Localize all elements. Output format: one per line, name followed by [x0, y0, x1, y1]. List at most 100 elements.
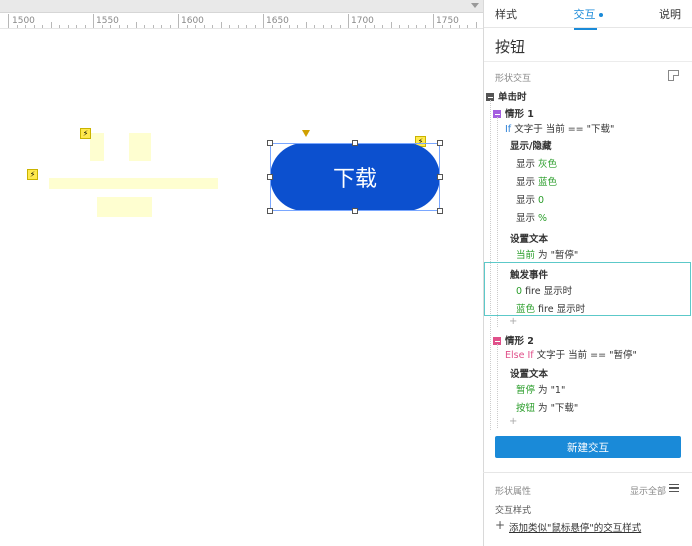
set-text-value: 为 "下载": [538, 403, 579, 414]
show-all-link[interactable]: 显示全部: [630, 484, 666, 497]
resize-handle[interactable]: [437, 208, 443, 214]
ruler-tick: [297, 25, 298, 28]
ruler-tick: [365, 25, 366, 28]
resize-handle[interactable]: [267, 140, 273, 146]
ruler-tick: [271, 25, 273, 28]
resize-handle[interactable]: [437, 174, 443, 180]
ruler-dropdown-icon[interactable]: [471, 3, 479, 8]
show-verb: 显示: [516, 177, 536, 188]
yellow-shape[interactable]: [90, 133, 104, 161]
menu-icon[interactable]: [669, 484, 679, 492]
case-1-condition[interactable]: If 文字于 当前 == "下载": [505, 121, 614, 135]
fire-item[interactable]: 蓝色 fire 显示时: [516, 301, 585, 315]
yellow-shape[interactable]: [49, 178, 218, 189]
set-text-value: 为 "1": [538, 385, 566, 396]
add-style-plus-icon[interactable]: +: [495, 518, 505, 532]
set-text-item[interactable]: 暂停 为 "1": [516, 382, 565, 396]
ruler-tick: [339, 25, 341, 28]
ruler-tick: [229, 25, 230, 28]
resize-handle[interactable]: [352, 140, 358, 146]
fire-item[interactable]: 0 fire 显示时: [516, 283, 572, 297]
action-set-text[interactable]: 设置文本: [510, 231, 548, 245]
add-interaction-style-link[interactable]: 添加类似"鼠标悬停"的交互样式: [509, 520, 641, 534]
show-item[interactable]: 显示 0: [516, 192, 544, 206]
ruler-tick: [467, 25, 468, 28]
show-item[interactable]: 显示 %: [516, 210, 547, 224]
add-action-plus-icon[interactable]: +: [509, 316, 517, 327]
inspector-tabs: 样式 交互 说明: [484, 0, 692, 30]
ruler-label: 1700: [351, 16, 374, 26]
action-show-hide[interactable]: 显示/隐藏: [510, 138, 551, 152]
fire-target: 0: [516, 286, 523, 297]
ruler-tick: [203, 25, 205, 28]
yellow-shape[interactable]: [97, 197, 152, 217]
ruler-tick: [25, 25, 26, 28]
action-fire-event[interactable]: 触发事件: [510, 267, 548, 281]
show-verb: 显示: [516, 195, 536, 206]
tab-style[interactable]: 样式: [495, 6, 517, 22]
resize-handle[interactable]: [267, 174, 273, 180]
ruler-tick: [450, 25, 451, 28]
resize-handle[interactable]: [352, 208, 358, 214]
ruler-tick: [305, 22, 307, 28]
new-interaction-button[interactable]: 新建交互: [495, 436, 681, 458]
active-dot-icon: [598, 12, 603, 17]
tab-interaction[interactable]: 交互: [573, 6, 603, 30]
fire-text: fire 显示时: [525, 286, 573, 297]
ruler-tick: [118, 25, 120, 28]
case-2-condition[interactable]: Else If 文字于 当前 == "暂停": [505, 347, 637, 361]
expand-icon[interactable]: [668, 70, 679, 81]
lightning-icon[interactable]: ⚡: [27, 169, 38, 180]
ruler-label: 1600: [181, 16, 204, 26]
download-button-shape[interactable]: 下载: [270, 143, 440, 211]
yellow-shape[interactable]: [129, 133, 151, 161]
show-target: %: [538, 213, 548, 224]
ruler-tick: [169, 25, 171, 28]
widget-name-field[interactable]: 按钮: [484, 28, 692, 62]
ruler-tick: [458, 25, 460, 28]
ruler-tick: [246, 25, 247, 28]
resize-handle[interactable]: [437, 140, 443, 146]
case-1[interactable]: 情形 1: [493, 106, 534, 120]
section-label-interaction-style: 交互样式: [495, 506, 532, 516]
horizontal-ruler: 1500 1550 1600 1650 1700 1750: [0, 0, 483, 29]
tab-interaction-label: 交互: [573, 7, 596, 21]
fire-text: fire 显示时: [538, 304, 586, 315]
ruler-tick: [135, 22, 137, 28]
set-text-item[interactable]: 当前 为 "暂停": [516, 247, 578, 261]
ruler-tick: [50, 22, 52, 28]
ruler-tick: [441, 25, 443, 28]
ruler-tick: [331, 25, 332, 28]
lightning-icon[interactable]: ⚡: [80, 128, 91, 139]
ruler-tick: [356, 25, 358, 28]
set-text-item[interactable]: 按钮 为 "下载": [516, 400, 578, 414]
case-2[interactable]: 情形 2: [493, 333, 534, 347]
ruler-tick: [424, 25, 426, 28]
ruler-label: 1750: [436, 16, 459, 26]
ruler-label: 1650: [266, 16, 289, 26]
ruler-tick: [195, 25, 196, 28]
action-set-text[interactable]: 设置文本: [510, 366, 548, 380]
ruler-tick: [322, 25, 324, 28]
show-item[interactable]: 显示 蓝色: [516, 174, 557, 188]
ruler-tick: [186, 25, 188, 28]
ruler-tick: [152, 25, 154, 28]
condition-text: 文字于 当前 == "下载": [514, 124, 615, 135]
add-action-plus-icon[interactable]: +: [509, 416, 517, 427]
ruler-tick: [280, 25, 281, 28]
tab-notes[interactable]: 说明: [659, 6, 681, 22]
event-onclick[interactable]: 单击时: [486, 89, 527, 103]
resize-handle[interactable]: [267, 208, 273, 214]
ruler-tick: [390, 22, 392, 28]
ruler-tick: [110, 25, 111, 28]
condition-keyword: If: [505, 124, 512, 135]
ruler-tick: [93, 14, 94, 28]
set-text-target: 暂停: [516, 385, 536, 396]
design-canvas[interactable]: 1500 1550 1600 1650 1700 1750 ⚡ ⚡ ⚡ 下载: [0, 0, 483, 546]
ruler-tick: [67, 25, 69, 28]
case-name: 情形 2: [505, 336, 534, 347]
show-item[interactable]: 显示 灰色: [516, 156, 557, 170]
ruler-tick: [8, 14, 9, 28]
set-text-target: 按钮: [516, 403, 536, 414]
show-target: 0: [538, 195, 545, 206]
